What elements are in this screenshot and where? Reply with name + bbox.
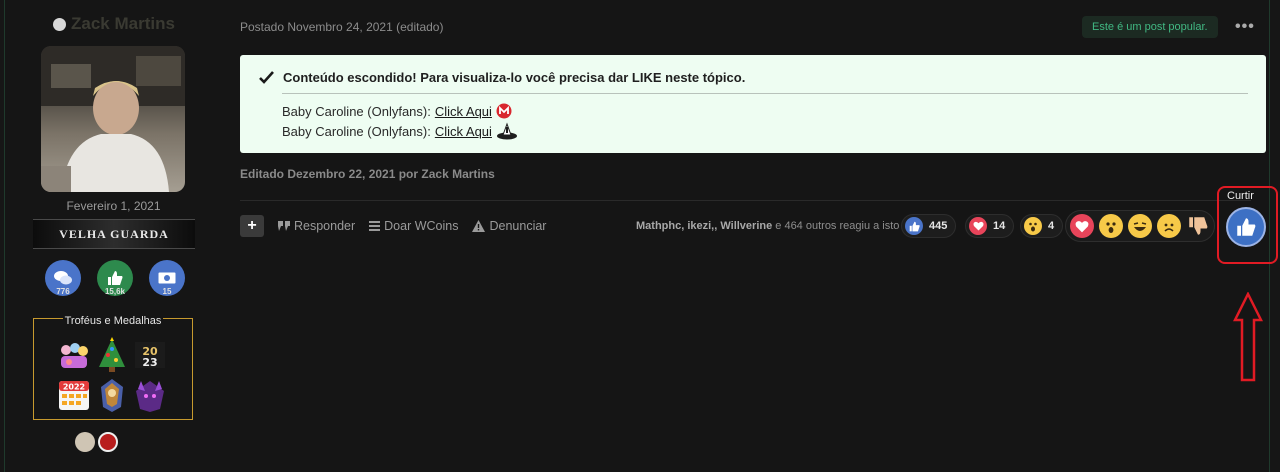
more-options-button[interactable]: •••	[1235, 18, 1255, 36]
svg-text:2022: 2022	[63, 383, 85, 392]
reacted-users[interactable]: Mathphc, ikezi,, Willverine e 464 outros…	[636, 220, 899, 232]
up-arrow-annotation	[1233, 292, 1263, 382]
multiquote-button[interactable]: +	[240, 215, 264, 237]
coins-count: 15	[162, 287, 172, 296]
avatar-image	[41, 46, 185, 192]
party-people-icon[interactable]	[56, 337, 92, 373]
chat-bubbles-icon	[54, 271, 72, 285]
download-link[interactable]: Click Aqui	[435, 104, 492, 119]
stone-badge-icon[interactable]	[75, 432, 95, 452]
check-icon	[259, 71, 274, 84]
love-count: 14	[993, 220, 1006, 232]
post-actions: + Responder Doar WCoins Denunciar	[240, 215, 546, 237]
surprised-face-icon[interactable]	[1099, 214, 1123, 238]
posts-stat[interactable]: 776	[45, 260, 81, 296]
reacted-user-names[interactable]: Mathphc, ikezi,, Willverine	[636, 220, 772, 232]
author-name[interactable]: Zack Martins	[53, 14, 175, 34]
svg-text:23: 23	[142, 356, 157, 369]
heart-icon[interactable]	[1070, 214, 1094, 238]
mediafire-icon	[496, 122, 517, 140]
author-name-text[interactable]: Zack Martins	[71, 14, 175, 34]
quote-icon	[278, 221, 290, 231]
download-link-row: Baby Caroline (Onlyfans): Click Aqui	[282, 122, 518, 140]
love-icon	[969, 217, 987, 235]
likes-stat[interactable]: 15,6k	[97, 260, 133, 296]
laughing-face-icon[interactable]	[1128, 214, 1152, 238]
christmas-tree-icon[interactable]	[94, 337, 130, 373]
armored-knight-icon[interactable]	[94, 377, 130, 413]
post-meta[interactable]: Postado Novembro 24, 2021 (editado)	[240, 20, 443, 34]
warning-icon	[472, 220, 486, 232]
download-link-row: Baby Caroline (Onlyfans): Click Aqui	[282, 103, 512, 119]
wow-count-chip[interactable]: 4	[1020, 214, 1064, 238]
year-2023-icon[interactable]: 20 23	[132, 337, 168, 373]
like-icon	[905, 217, 923, 235]
join-date: Fevereiro 1, 2021	[66, 199, 161, 213]
posts-count: 776	[56, 287, 70, 296]
coins-stat[interactable]: 15	[149, 260, 185, 296]
like-count-chip[interactable]: 445	[901, 214, 957, 238]
forum-post: Zack Martins Fevereiro 1, 2021 VELHA GUA…	[4, 0, 1278, 472]
purple-demon-icon[interactable]	[132, 377, 168, 413]
avatar[interactable]	[41, 46, 185, 192]
edited-note: Editado Dezembro 22, 2021 por Zack Marti…	[240, 167, 495, 181]
author-stats: 776 15,6k 15	[45, 260, 185, 296]
ruby-badge-icon[interactable]	[98, 432, 118, 452]
divider	[282, 93, 1248, 94]
reacted-others-text: e 464 outros reagiu a isto	[772, 220, 900, 232]
reaction-picker	[1065, 210, 1215, 242]
download-link[interactable]: Click Aqui	[435, 124, 492, 139]
trophies-title: Troféus e Medalhas	[62, 315, 164, 327]
calendar-2022-icon[interactable]: 2022	[56, 377, 92, 413]
popular-badge: Este é um post popular.	[1082, 16, 1218, 38]
rank-banner: VELHA GUARDA	[33, 219, 195, 249]
wow-icon	[1024, 217, 1042, 235]
money-icon	[158, 272, 176, 284]
reply-button[interactable]: Responder	[278, 219, 355, 233]
likes-count: 15,6k	[104, 287, 126, 296]
trophy-grid: 20 23 2022	[56, 337, 168, 413]
mega-icon	[496, 103, 512, 119]
list-icon	[369, 221, 381, 231]
report-button[interactable]: Denunciar	[472, 219, 546, 233]
hidden-content-title: Conteúdo escondido! Para visualiza-lo vo…	[259, 70, 745, 85]
divider	[240, 200, 1251, 201]
sad-face-icon[interactable]	[1157, 214, 1181, 238]
badge-list	[75, 432, 118, 452]
wow-count: 4	[1048, 220, 1055, 232]
thumbs-down-icon[interactable]	[1186, 214, 1210, 238]
like-count: 445	[929, 220, 948, 232]
hidden-content-box: Conteúdo escondido! Para visualiza-lo vo…	[240, 55, 1266, 153]
love-count-chip[interactable]: 14	[965, 214, 1015, 238]
donate-button[interactable]: Doar WCoins	[369, 219, 458, 233]
thumbs-up-icon	[1237, 218, 1256, 236]
thumbs-up-icon	[108, 271, 123, 285]
trophies-box: Troféus e Medalhas 20 23 2022	[33, 315, 193, 420]
offline-status-icon	[53, 17, 66, 31]
curtir-button[interactable]	[1226, 207, 1266, 247]
